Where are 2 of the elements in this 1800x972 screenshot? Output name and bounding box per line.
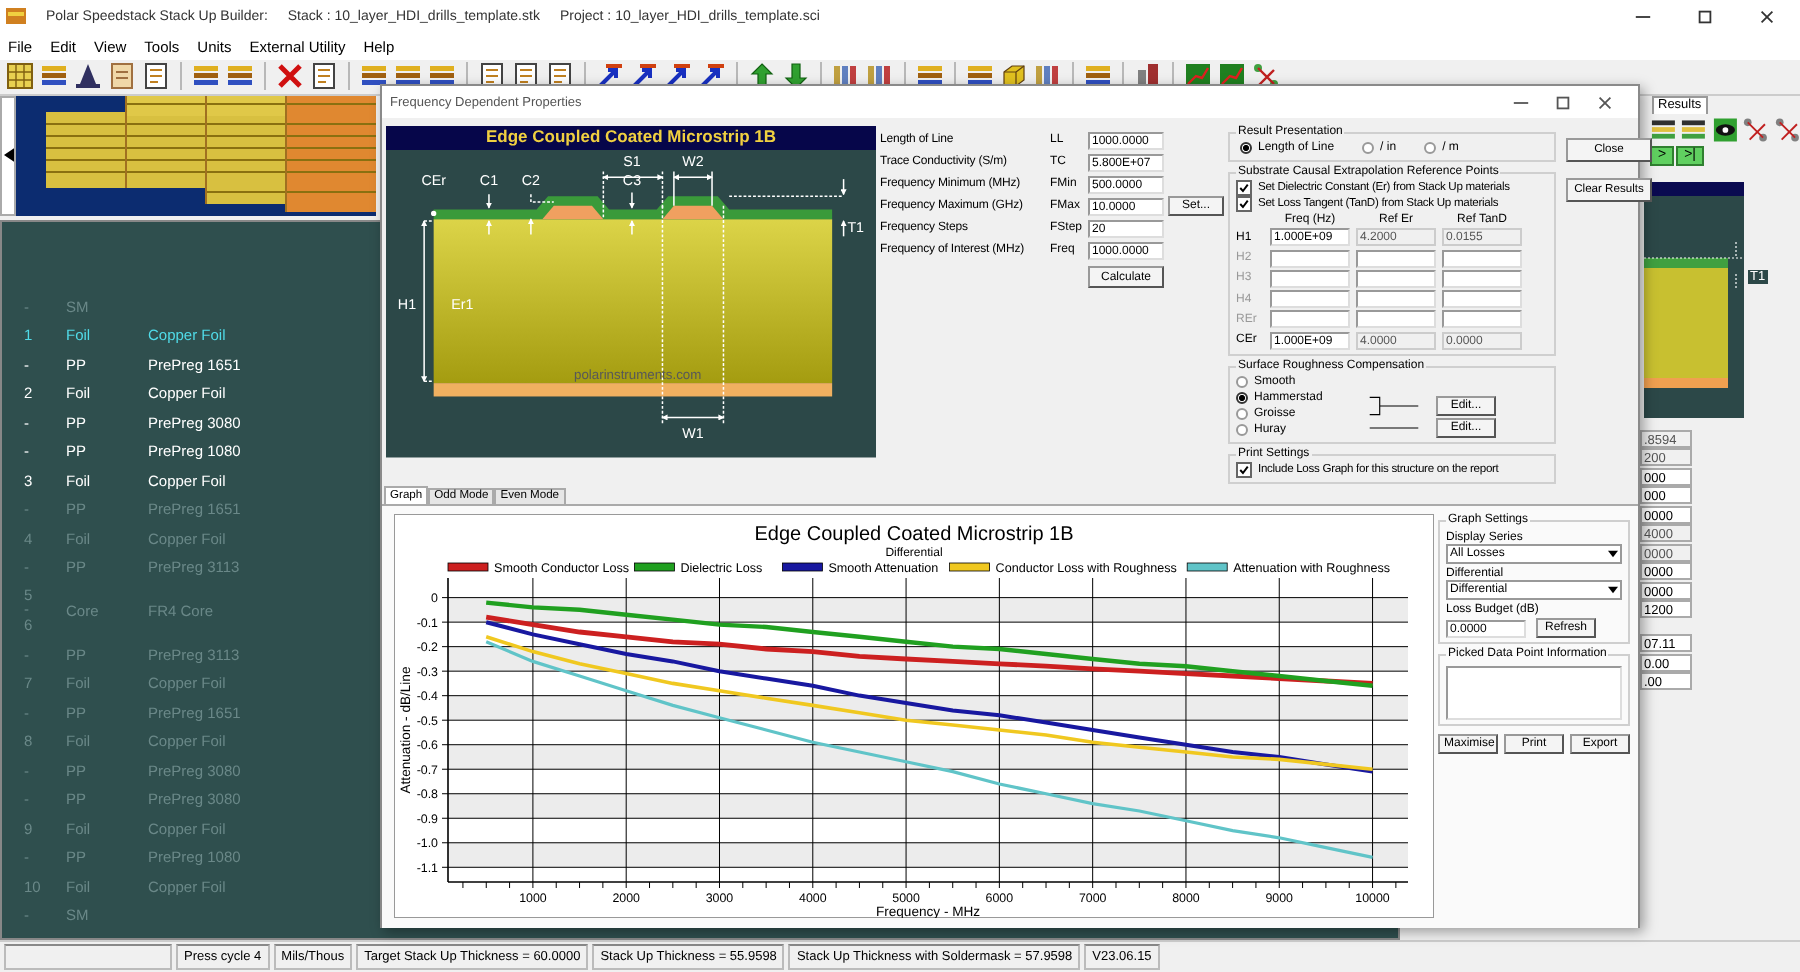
diagram-title: Edge Coupled Coated Microstrip 1B [386,126,876,150]
chart-title: Edge Coupled Coated Microstrip 1B [754,524,1074,546]
